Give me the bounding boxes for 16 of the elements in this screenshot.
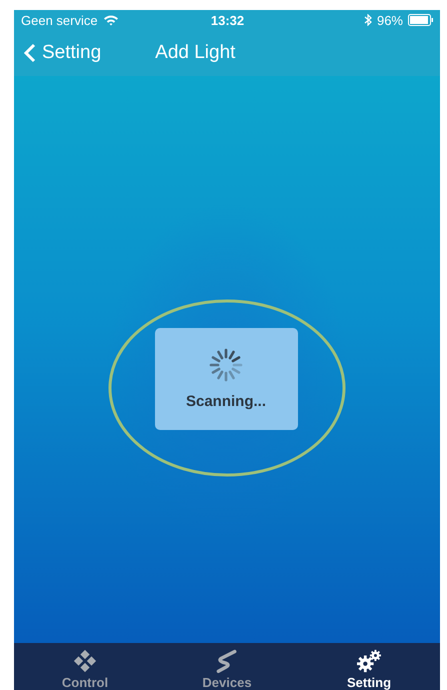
carrier-name: Geen service [21, 12, 98, 28]
bluetooth-icon [364, 14, 372, 26]
tab-bar-item[interactable]: Control [14, 643, 156, 690]
page-title: Add Light [155, 42, 236, 64]
spinner-icon [208, 347, 244, 383]
tab-bar-item[interactable]: Setting [298, 643, 440, 690]
tab-bar-item[interactable]: Devices [156, 643, 298, 690]
back-button[interactable]: Setting [14, 42, 102, 64]
gears-icon [355, 649, 383, 673]
clock-time: 13:32 [210, 12, 244, 28]
battery-percent: 96% [376, 12, 403, 28]
diamond-grid-icon [71, 649, 99, 673]
chevron-left-icon [24, 43, 36, 63]
loading-message: Scanning... [186, 393, 266, 410]
battery-icon [408, 14, 434, 26]
wifi-icon [102, 14, 119, 26]
